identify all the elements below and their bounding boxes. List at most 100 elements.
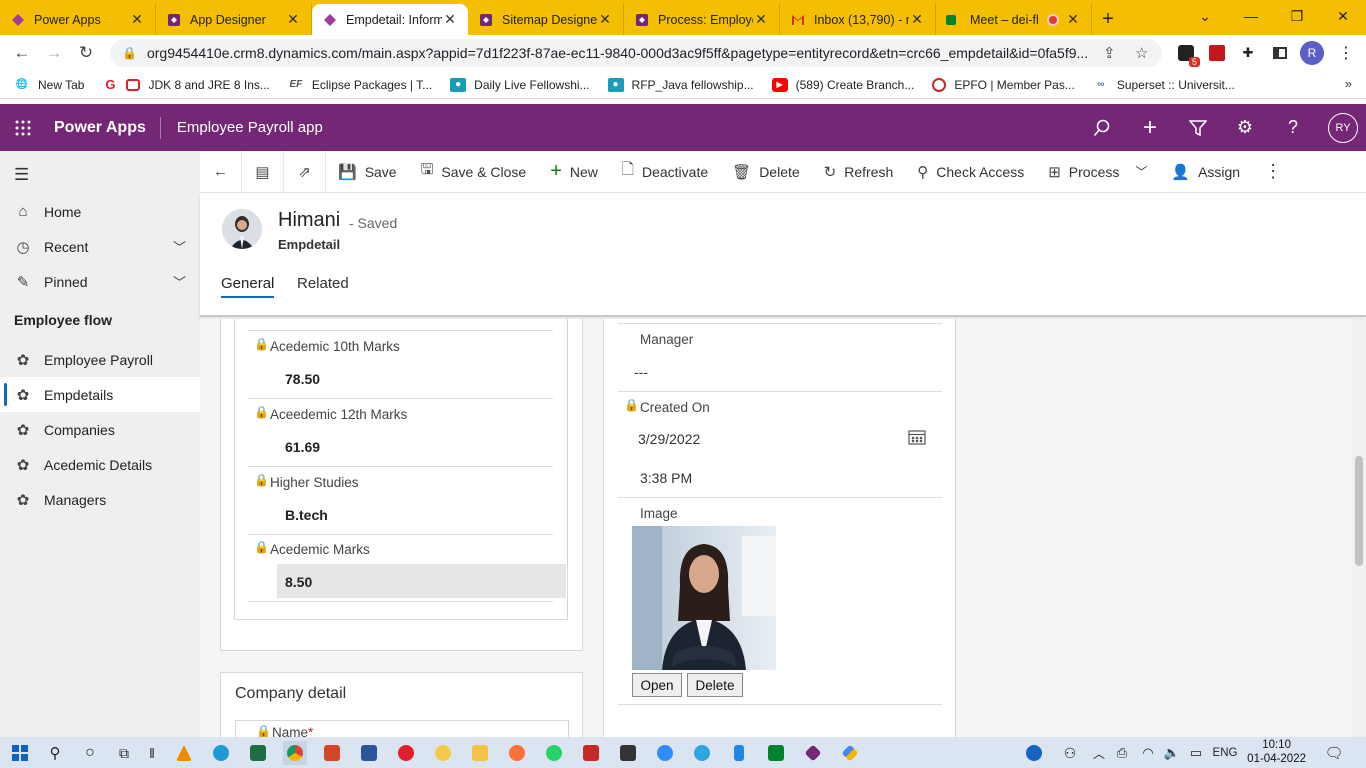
open-new-window-icon[interactable]: ⇗ (284, 150, 326, 193)
file-explorer-icon[interactable] (468, 741, 492, 765)
close-icon[interactable]: ✕ (753, 11, 769, 28)
cortana-icon[interactable]: ○ (78, 741, 102, 765)
waffle-icon[interactable] (0, 104, 46, 151)
restore-icon[interactable]: ❐ (1274, 0, 1320, 32)
browser-tab[interactable]: App Designer ✕ (156, 4, 312, 35)
bookmark-item[interactable]: ● RFP_Java fellowship... (607, 77, 754, 92)
form-selector-icon[interactable]: ▤ (242, 150, 284, 193)
bookmarks-overflow-icon[interactable]: » (1345, 76, 1352, 91)
profile-avatar[interactable]: R (1300, 41, 1324, 65)
bookmark-item[interactable]: EF Eclipse Packages | T... (288, 78, 432, 92)
help-tray-icon[interactable] (1022, 741, 1046, 765)
sidebar-item-companies[interactable]: ✿ Companies (0, 412, 200, 447)
volume-icon[interactable]: 🔈 (1160, 741, 1184, 765)
delete-button[interactable]: 🗑 Delete (720, 151, 812, 193)
sidebar-item-home[interactable]: ⌂ Home (0, 194, 200, 229)
delete-image-button[interactable]: Delete (687, 673, 743, 697)
created-time[interactable]: 3:38 PM (640, 470, 692, 486)
employee-photo[interactable] (632, 526, 776, 670)
browser-tab[interactable]: Inbox (13,790) - r ✕ (780, 4, 936, 35)
process-button[interactable]: ⊞ Process ﹀ (1036, 151, 1159, 193)
close-icon[interactable]: ✕ (597, 11, 613, 28)
browser-tab[interactable]: Power Apps ✕ (0, 4, 156, 35)
user-avatar[interactable]: RY (1328, 113, 1358, 143)
sidebar-item-recent[interactable]: ◷ Recent ﹀ (0, 229, 200, 264)
more-vert-icon[interactable]: ⋮ (1336, 43, 1356, 63)
sidebar-item-empdetails[interactable]: ✿ Empdetails (0, 377, 200, 412)
scrollbar-thumb[interactable] (1355, 456, 1363, 566)
extension-badge-icon[interactable]: 5 (1176, 43, 1200, 67)
close-icon[interactable]: ✕ (1065, 11, 1081, 28)
chevron-down-icon[interactable]: ﹀ (173, 237, 186, 256)
filter-icon[interactable] (1175, 104, 1221, 151)
bookmark-item[interactable]: ∞ Superset :: Universit... (1093, 78, 1235, 92)
add-icon[interactable]: + (1127, 104, 1173, 151)
sidepanel-icon[interactable] (1270, 43, 1290, 63)
pdf-extension-icon[interactable] (1207, 43, 1227, 63)
share-icon[interactable]: ⇪ (1103, 44, 1116, 62)
more-commands-icon[interactable]: ⋮ (1252, 151, 1294, 193)
tab-related[interactable]: Related (297, 275, 349, 292)
bookmark-item[interactable]: ▶ (589) Create Branch... (771, 77, 914, 92)
bookmark-item[interactable]: 🌐 New Tab (14, 78, 85, 92)
brand-name[interactable]: Power Apps (54, 116, 161, 139)
new-button[interactable]: + New (538, 151, 610, 193)
new-tab-button[interactable]: + (1092, 4, 1124, 35)
browser-tab[interactable]: Process: Employe ✕ (624, 4, 780, 35)
close-icon[interactable]: ✕ (909, 11, 925, 28)
bookmark-item[interactable]: ● Daily Live Fellowshi... (450, 77, 590, 92)
url-bar[interactable]: 🔒 org9454410e.crm8.dynamics.com/main.asp… (110, 39, 1162, 67)
store-icon[interactable] (616, 741, 640, 765)
hamburger-icon[interactable]: ☰ (14, 165, 29, 185)
powerpoint-icon[interactable] (320, 741, 344, 765)
wifi-icon[interactable]: ◠ (1136, 741, 1160, 765)
meet-now-icon[interactable]: ⎙ (1110, 741, 1134, 765)
save-close-button[interactable]: 🖫 Save & Close (409, 151, 539, 193)
deactivate-button[interactable]: 🗋 Deactivate (610, 151, 720, 193)
zoom-icon[interactable] (653, 741, 677, 765)
refresh-button[interactable]: ↻ Refresh (812, 151, 906, 193)
sidebar-item-managers[interactable]: ✿ Managers (0, 482, 200, 517)
edge-icon[interactable] (209, 741, 233, 765)
save-button[interactable]: 💾 Save (326, 151, 409, 193)
telegram-icon[interactable] (690, 741, 714, 765)
browser-tab[interactable]: Meet – dei-fl ✕ (936, 4, 1092, 35)
powerapps-icon[interactable] (801, 741, 825, 765)
battery-icon[interactable]: ▭ (1184, 741, 1208, 765)
sidebar-item-pinned[interactable]: ✎ Pinned ﹀ (0, 264, 200, 299)
browser-tab[interactable]: Sitemap Designe ✕ (468, 4, 624, 35)
chevron-down-icon[interactable]: ﹀ (173, 272, 186, 291)
task-view-icon[interactable]: ⧉ (112, 741, 136, 765)
forward-arrow-icon[interactable]: → (38, 37, 70, 69)
vlc-icon[interactable] (172, 741, 196, 765)
downloader-icon[interactable] (579, 741, 603, 765)
search-icon[interactable] (1079, 104, 1125, 151)
tab-search-icon[interactable]: ⌄ (1182, 0, 1228, 32)
vertical-scrollbar[interactable] (1352, 319, 1366, 737)
close-icon[interactable]: ✕ (129, 11, 145, 28)
excel-icon[interactable] (246, 741, 270, 765)
help-icon[interactable]: ? (1270, 104, 1316, 151)
value-highlight[interactable] (277, 564, 566, 598)
paint-icon[interactable] (431, 741, 455, 765)
close-icon[interactable]: ✕ (442, 11, 458, 28)
sidebar-item-acedemic-details[interactable]: ✿ Acedemic Details (0, 447, 200, 482)
windows-start-icon[interactable] (8, 741, 32, 765)
open-image-button[interactable]: Open (632, 673, 682, 697)
language-indicator[interactable]: ENG (1210, 741, 1240, 765)
sidebar-item-employee-payroll[interactable]: ✿ Employee Payroll (0, 342, 200, 377)
app-icon[interactable] (838, 741, 862, 765)
word-icon[interactable] (357, 741, 381, 765)
back-arrow-icon[interactable]: ← (6, 37, 38, 69)
back-arrow-icon[interactable]: ← (200, 150, 242, 193)
tray-chevron-up-icon[interactable]: ︿ (1087, 741, 1111, 765)
minimize-icon[interactable]: — (1228, 0, 1274, 32)
reload-icon[interactable]: ↻ (70, 37, 102, 69)
whatsapp-icon[interactable] (542, 741, 566, 765)
puzzle-icon[interactable]: ✚ (1238, 43, 1258, 63)
opera-icon[interactable] (394, 741, 418, 765)
phone-icon[interactable] (727, 741, 751, 765)
bookmark-item[interactable]: G JDK 8 and JRE 8 Ins... (102, 77, 269, 92)
assign-button[interactable]: 👤 Assign (1159, 151, 1252, 193)
calendar-icon[interactable] (908, 429, 926, 448)
